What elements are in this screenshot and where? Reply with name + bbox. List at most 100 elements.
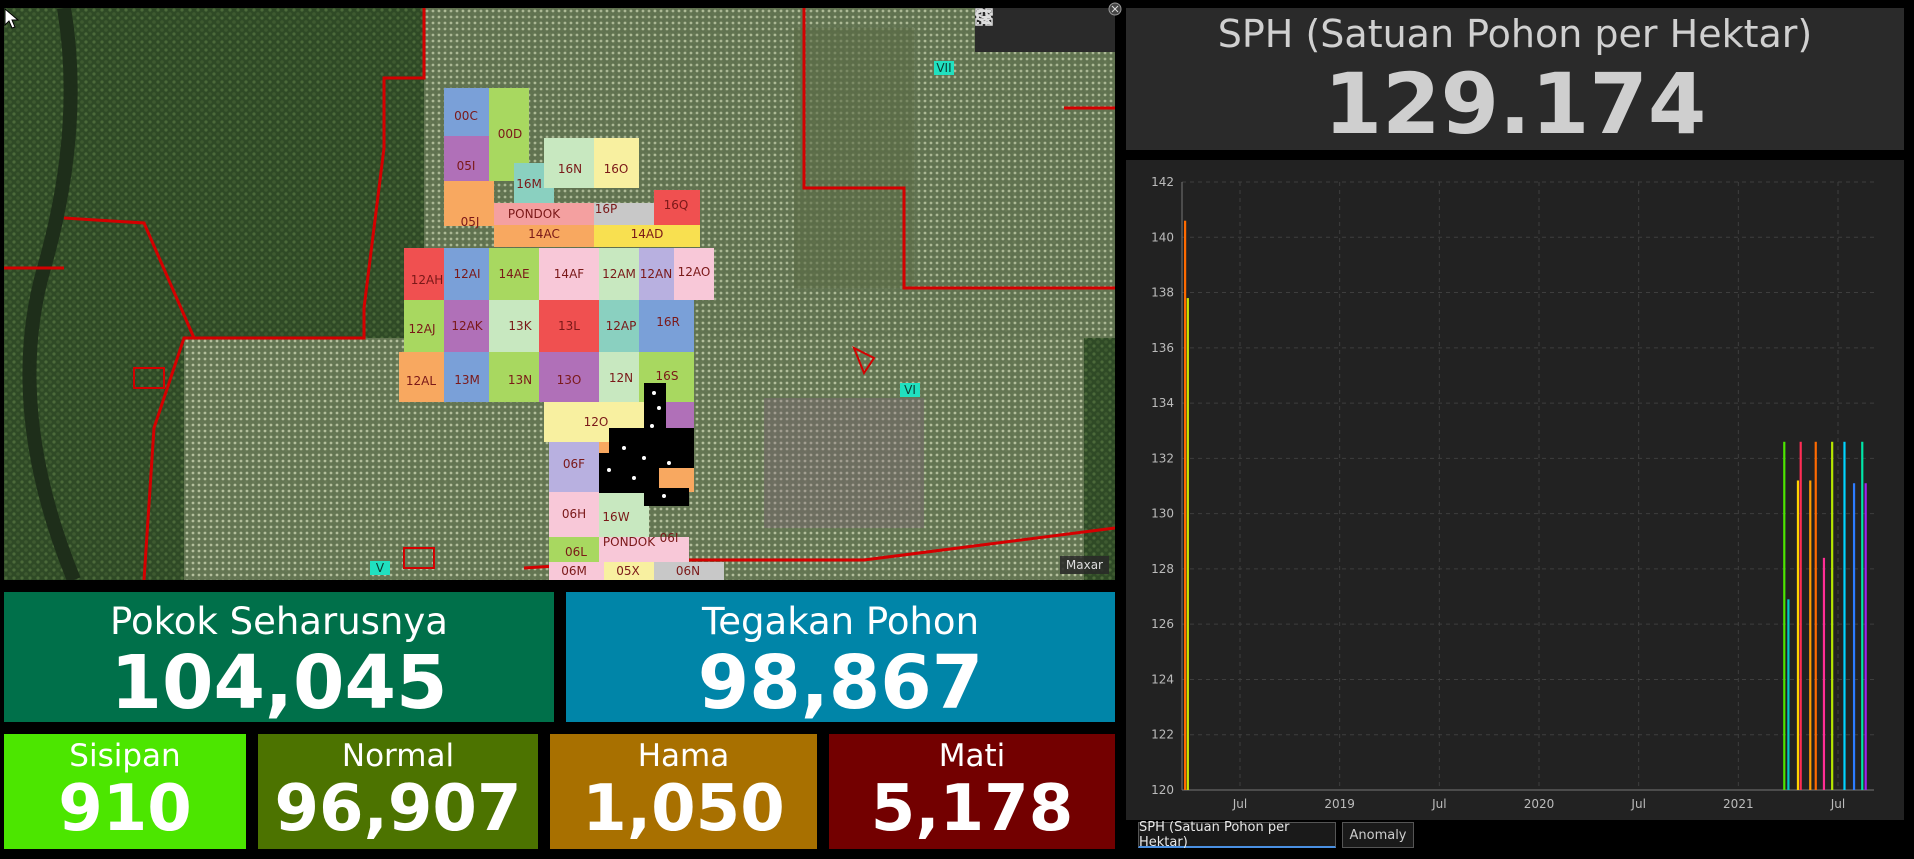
kpi-hama-value: 1,050 [582, 772, 785, 846]
chart-bar[interactable] [1783, 441, 1786, 790]
chart-y-tick-label: 140 [1151, 230, 1174, 244]
map-block-label: 13N [508, 373, 532, 387]
map-block-label: 14AD [631, 227, 664, 241]
chart-y-tick-label: 132 [1151, 451, 1174, 465]
map-block-label: 05I [457, 159, 476, 173]
map-block-label: 05X [616, 564, 640, 578]
kpi-sisipan-value: 910 [58, 772, 192, 846]
map-block-label: 00C [454, 109, 478, 123]
kpi-sisipan: Sisipan 910 [4, 734, 246, 849]
region-label: V [376, 561, 385, 575]
map-block-label: 13M [454, 373, 480, 387]
map-block-label: 06F [563, 457, 585, 471]
chart-y-tick-label: 142 [1151, 175, 1174, 189]
map-toolbar [975, 8, 1115, 52]
chart-y-tick-label: 134 [1151, 396, 1174, 410]
chart-bar[interactable] [1799, 441, 1802, 790]
map-block-label: 12N [609, 371, 633, 385]
region-label: VII [936, 61, 951, 75]
map-block-label: 13L [558, 319, 580, 333]
chart-bar[interactable] [1809, 480, 1812, 790]
map-block-label: 06I [660, 531, 679, 545]
map-block-label: 12AM [602, 267, 636, 281]
map-block-label: 12AJ [408, 322, 435, 336]
kpi-tegakan-pohon: Tegakan Pohon 98,867 [566, 592, 1115, 726]
map-block-label: 16M [516, 177, 542, 191]
kpi-normal: Normal 96,907 [258, 734, 538, 849]
chart-x-tick-label: 2021 [1723, 797, 1754, 811]
map-block-label: 16N [558, 162, 582, 176]
mouse-cursor-icon [4, 8, 20, 29]
kpi-pokok-value: 104,045 [110, 640, 448, 726]
chart-bar[interactable] [1796, 480, 1800, 790]
chart-y-tick-label: 122 [1151, 728, 1174, 742]
kpi-mati-title: Mati [938, 738, 1006, 774]
map-block-label: 05J [461, 215, 480, 229]
chart-bar[interactable] [1852, 483, 1856, 790]
kpi-pokok-title: Pokok Seharusnya [110, 600, 448, 643]
chart-x-tick-label: 2020 [1524, 797, 1555, 811]
map-block-label: 14AC [528, 227, 560, 241]
kpi-hama-title: Hama [637, 738, 730, 774]
legend-icon[interactable] [977, 10, 1042, 44]
map-block-label: 12AO [678, 265, 711, 279]
kpi-tegakan-title: Tegakan Pohon [701, 600, 980, 643]
map-block-label: 12AN [640, 267, 672, 281]
kpi-tegakan-value: 98,867 [697, 640, 984, 726]
chart-y-tick-label: 136 [1151, 341, 1174, 355]
chart-x-tick-label: Jul [1630, 797, 1645, 811]
region-label: VI [904, 383, 916, 397]
map-block-label: 00D [498, 127, 523, 141]
chart-x-tick-label: 2019 [1324, 797, 1355, 811]
chart-bar[interactable] [1822, 557, 1826, 790]
sph-chart[interactable]: 120 122 124 126 128 130 132 134 136 138 140 142 Jul 2… [1126, 160, 1904, 820]
kpi-mati: Mati 5,178 [829, 734, 1115, 849]
chart-bar[interactable] [1814, 441, 1817, 790]
map-block-label: 12AH [411, 273, 444, 287]
kpi-normal-title: Normal [341, 738, 455, 774]
chart-bar[interactable] [1184, 220, 1187, 790]
sph-title: SPH (Satuan Pohon per Hektar) [1217, 12, 1813, 56]
sph-value: 129.174 [1323, 55, 1707, 153]
map-block-label: 16Q [664, 198, 689, 212]
map-view[interactable]: 00C 00D 05I 16M 16N 16O 05J PONDOK 16P 16Q 14AC 14A… [4, 8, 1115, 580]
map-block-label: 16S [656, 369, 679, 383]
chart-x-tick-label: Jul [1431, 797, 1446, 811]
chart-bar[interactable] [1861, 441, 1864, 790]
map-block-label: 13O [557, 373, 582, 387]
sph-indicator: SPH (Satuan Pohon per Hektar) 129.174 [1126, 8, 1904, 153]
chart-bar[interactable] [1843, 441, 1846, 790]
map-block-label: 06N [676, 564, 700, 578]
fullscreen-icon[interactable] [1108, 2, 1122, 16]
map-block-label: PONDOK [603, 535, 656, 549]
tab-sph[interactable]: SPH (Satuan Pohon per Hektar) [1138, 820, 1336, 850]
map-block-label: 16W [602, 510, 629, 524]
map-canvas[interactable]: 00C 00D 05I 16M 16N 16O 05J PONDOK 16P 16Q 14AC 14A… [4, 8, 1115, 580]
chart-bar[interactable] [1186, 298, 1189, 790]
chart-y-tick-label: 128 [1151, 562, 1174, 576]
chart-y-tick-label: 124 [1151, 672, 1174, 686]
chart-bar[interactable] [1864, 483, 1867, 790]
kpi-normal-value: 96,907 [274, 772, 522, 846]
map-block-label: 16O [604, 162, 629, 176]
chart-bar[interactable] [1787, 599, 1790, 790]
map-block-label: 06H [562, 507, 586, 521]
tab-anomaly[interactable]: Anomaly [1342, 822, 1414, 848]
chart-x-tick-label: Jul [1232, 797, 1247, 811]
map-block-label: 12AK [451, 319, 483, 333]
chart-bar[interactable] [1831, 441, 1834, 790]
kpi-sisipan-title: Sisipan [69, 738, 181, 774]
map-block-label: 12AI [453, 267, 480, 281]
map-block-label: 12AP [606, 319, 637, 333]
basemap-gallery-icon[interactable] [975, 8, 1112, 44]
map-block-label: 12AL [406, 374, 436, 388]
map-block-label: 06M [561, 564, 587, 578]
map-block-label: 16R [656, 315, 680, 329]
layers-icon[interactable] [975, 9, 1077, 44]
map-block-label: 16P [595, 202, 618, 216]
sph-chart-panel: 120 122 124 126 128 130 132 134 136 138 140 142 Jul 2… [1126, 160, 1904, 820]
chart-y-tick-label: 126 [1151, 617, 1174, 631]
kpi-hama: Hama 1,050 [550, 734, 817, 849]
chart-y-tick-label: 130 [1151, 507, 1174, 521]
map-block-label: 12O [584, 415, 609, 429]
